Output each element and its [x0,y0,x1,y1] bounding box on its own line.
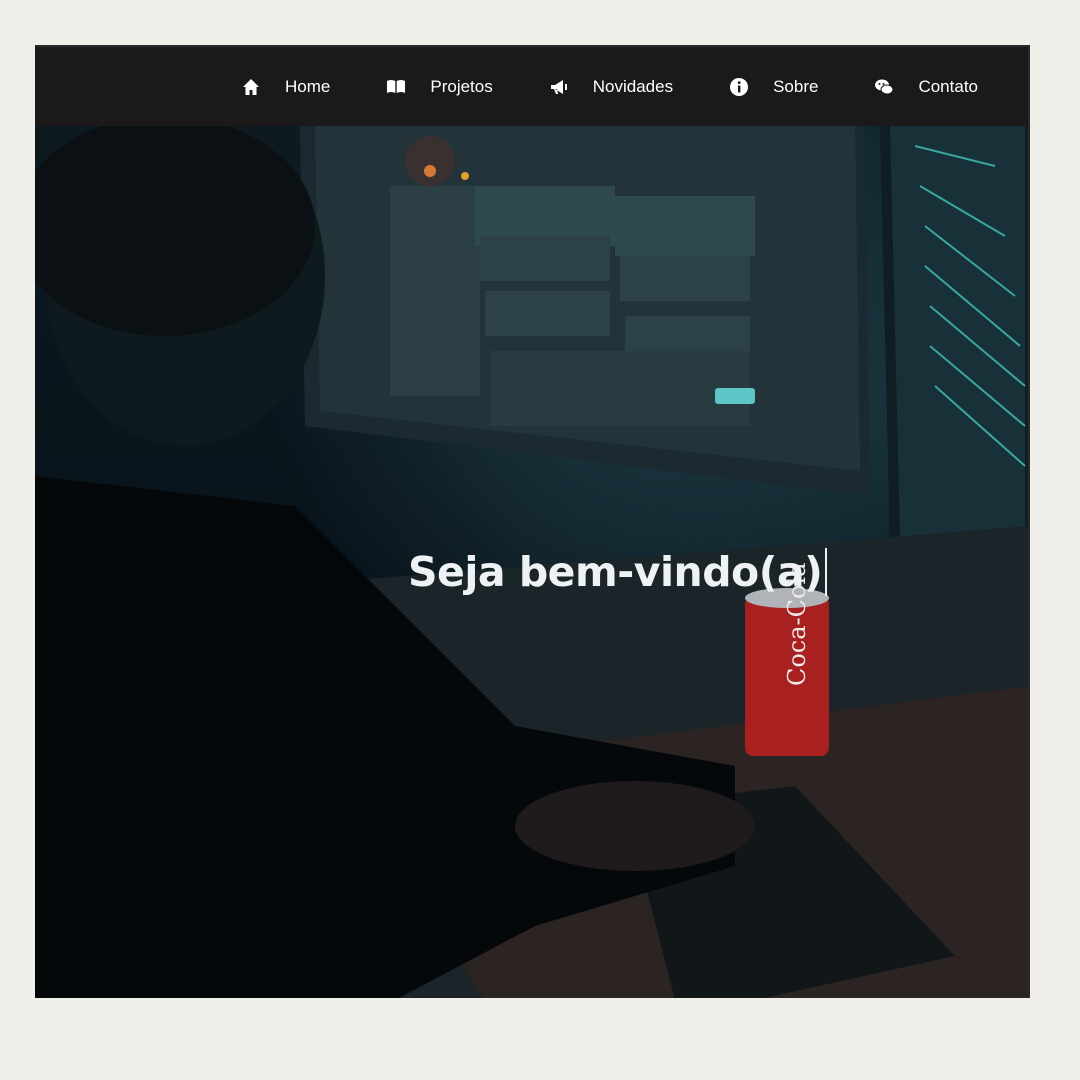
nav-item-label: Projetos [430,76,493,96]
home-icon [241,77,261,97]
info-icon [729,77,749,97]
nav-item-sobre[interactable]: Sobre [729,77,818,97]
nav-item-label: Sobre [773,76,819,96]
browser-viewport: Home Projetos Novidades Sobre Contato Co… [35,45,1030,998]
typing-cursor [825,548,828,597]
nav-item-contato[interactable]: Contato [874,77,978,97]
book-icon [386,77,406,97]
nav-item-home[interactable]: Home [241,77,330,97]
megaphone-icon [549,77,569,97]
nav-item-label: Home [285,76,331,96]
chat-icon [874,77,894,97]
hero-banner: Coca-Cola Seja bem-vindo(a) [35,126,1028,998]
nav-item-label: Novidades [592,76,674,96]
nav-item-label: Contato [918,76,978,96]
hero-title: Seja bem-vindo(a) [408,548,828,597]
hero-title-text: Seja bem-vindo(a) [408,548,823,597]
nav-item-projetos[interactable]: Projetos [386,76,493,97]
nav-item-novidades[interactable]: Novidades [549,77,673,97]
top-navbar: Home Projetos Novidades Sobre Contato [35,47,1028,126]
